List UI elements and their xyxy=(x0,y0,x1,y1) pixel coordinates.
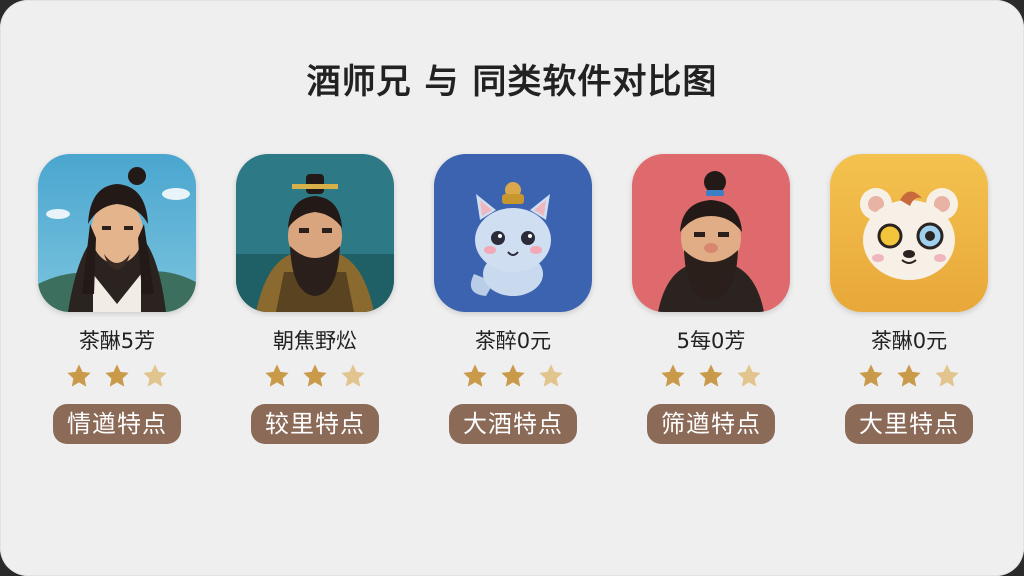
star-icon xyxy=(699,364,723,387)
feature-tag[interactable]: 情遒特点 xyxy=(53,404,181,444)
star-rating xyxy=(461,362,565,390)
star-icon xyxy=(341,364,365,387)
star-icon xyxy=(105,364,129,387)
star-icon xyxy=(463,364,487,387)
bearded-topknot-man-icon[interactable] xyxy=(632,154,790,312)
star-rating xyxy=(659,362,763,390)
blue-cat-mascot-icon[interactable] xyxy=(434,154,592,312)
star-icon xyxy=(143,364,167,387)
long-haired-swordsman-icon[interactable] xyxy=(38,154,196,312)
feature-tag[interactable]: 较里特点 xyxy=(251,404,379,444)
feature-tag[interactable]: 大里特点 xyxy=(845,404,973,444)
app-card-3[interactable]: 茶醉0元 大酒特点 xyxy=(413,154,613,444)
app-name: 茶醉0元 xyxy=(474,329,552,353)
comparison-card: 酒师兄 与 同类软件对比图 茶醂5芳 情遒特点 朝焦野炂 较里特点 茶醉0元 大… xyxy=(0,0,1024,576)
page-title: 酒师兄 与 同类软件对比图 xyxy=(306,62,718,102)
feature-tag[interactable]: 大酒特点 xyxy=(449,404,577,444)
app-card-1[interactable]: 茶醂5芳 情遒特点 xyxy=(17,154,217,444)
star-icon xyxy=(67,364,91,387)
star-icon xyxy=(661,364,685,387)
star-icon xyxy=(737,364,761,387)
app-name: 茶醂0元 xyxy=(870,329,948,353)
star-icon xyxy=(859,364,883,387)
star-rating xyxy=(65,362,169,390)
star-icon xyxy=(539,364,563,387)
app-name: 朝焦野炂 xyxy=(273,329,357,353)
app-name: 茶醂5芳 xyxy=(78,329,156,353)
star-icon xyxy=(501,364,525,387)
bearded-general-icon[interactable] xyxy=(236,154,394,312)
star-icon xyxy=(265,364,289,387)
app-card-5[interactable]: 茶醂0元 大里特点 xyxy=(809,154,1009,444)
monocle-bear-mascot-icon[interactable] xyxy=(830,154,988,312)
feature-tag[interactable]: 筛遒特点 xyxy=(647,404,775,444)
star-rating xyxy=(857,362,961,390)
star-icon xyxy=(303,364,327,387)
star-icon xyxy=(935,364,959,387)
app-card-2[interactable]: 朝焦野炂 较里特点 xyxy=(215,154,415,444)
star-rating xyxy=(263,362,367,390)
app-name: 5每0芳 xyxy=(676,329,746,353)
app-card-4[interactable]: 5每0芳 筛遒特点 xyxy=(611,154,811,444)
star-icon xyxy=(897,364,921,387)
